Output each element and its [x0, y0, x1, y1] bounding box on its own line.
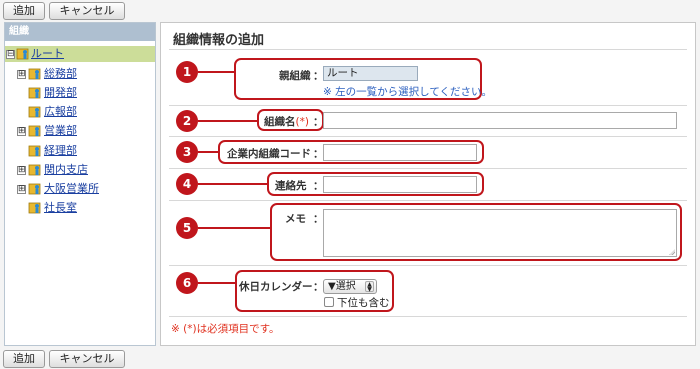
org-code-input[interactable] — [323, 144, 477, 161]
cancel-button-bottom[interactable]: キャンセル — [49, 350, 125, 368]
contact-input[interactable] — [323, 176, 477, 193]
parent-org-label: 親組織 — [279, 70, 311, 82]
colon: ： — [313, 213, 324, 225]
org-chart-icon — [28, 68, 41, 80]
tree-item-development[interactable]: 開発部 — [5, 85, 155, 101]
callout-connector — [198, 227, 271, 229]
row-divider — [169, 316, 687, 317]
contact-label: 連絡先 — [275, 180, 307, 192]
org-name-label: 組織名(*) — [264, 116, 309, 128]
tree-item-label: 開発部 — [44, 86, 77, 99]
expand-icon[interactable]: ⊞ — [17, 166, 26, 175]
expand-icon[interactable]: ⊞ — [17, 127, 26, 136]
tree-item-label: 営業部 — [44, 124, 77, 137]
org-tree-header: 組織 — [5, 23, 155, 41]
tree-item-accounting[interactable]: 経理部 — [5, 143, 155, 159]
tree-item-sales[interactable]: ⊞ 営業部 — [5, 123, 155, 139]
callout-number-6: 6 — [176, 272, 198, 294]
cancel-button-top[interactable]: キャンセル — [49, 2, 125, 20]
tree-item-label: 大阪営業所 — [44, 182, 99, 195]
org-chart-icon — [28, 202, 41, 214]
tree-item-label: 関内支店 — [44, 163, 88, 176]
title-divider — [169, 49, 687, 50]
callout-number-5: 5 — [176, 217, 198, 239]
org-chart-icon — [28, 145, 41, 157]
page-title: 組織情報の追加 — [173, 33, 265, 48]
updown-arrows-icon: ▲ ▼ — [365, 281, 374, 293]
callout-number-2: 2 — [176, 110, 198, 132]
org-chart-icon — [28, 87, 41, 99]
required-mark: (*) — [295, 116, 309, 128]
expand-icon[interactable]: ⊞ — [17, 185, 26, 194]
row-divider — [169, 136, 687, 137]
tree-item-osaka-office[interactable]: ⊞ 大阪営業所 — [5, 181, 155, 197]
callout-connector — [198, 120, 258, 122]
org-chart-icon — [28, 106, 41, 118]
callout-connector — [198, 151, 219, 153]
tree-item-president-office[interactable]: 社長室 — [5, 200, 155, 216]
bottom-toolbar: 追加 キャンセル — [0, 348, 700, 369]
callout-connector — [198, 71, 235, 73]
include-subordinates-label: 下位も含む — [337, 297, 390, 309]
tree-item-label: 広報部 — [44, 105, 77, 118]
add-button-top[interactable]: 追加 — [3, 2, 45, 20]
row-divider — [169, 200, 687, 201]
include-subordinates-checkbox[interactable] — [324, 297, 334, 307]
org-chart-icon — [28, 183, 41, 195]
colon: ： — [313, 180, 324, 192]
tree-item-pr[interactable]: 広報部 — [5, 104, 155, 120]
tree-item-label: 総務部 — [44, 67, 77, 80]
holiday-calendar-select-value: ▼選択 — [328, 281, 356, 292]
required-fields-note: ※ (*)は必須項目です。 — [171, 323, 280, 335]
row-divider — [169, 265, 687, 266]
callout-connector — [198, 183, 268, 185]
memo-label: メモ — [285, 213, 306, 225]
callout-number-4: 4 — [176, 173, 198, 195]
org-form-panel: 組織情報の追加 1 親組織 ： ルート ※ 左の一覧から選択してください。 2 … — [160, 22, 696, 346]
holiday-calendar-select[interactable]: ▼選択 ▲ ▼ — [323, 279, 377, 294]
org-chart-icon — [16, 48, 29, 60]
colon: ： — [313, 70, 324, 82]
org-name-input[interactable] — [323, 112, 677, 129]
callout-number-1: 1 — [176, 61, 198, 83]
add-button-bottom[interactable]: 追加 — [3, 350, 45, 368]
tree-item-root[interactable]: ⊟ ルート — [5, 46, 155, 62]
holiday-calendar-label: 休日カレンダー — [239, 281, 313, 293]
tree-item-general-affairs[interactable]: ⊞ 総務部 — [5, 66, 155, 82]
parent-org-note: ※ 左の一覧から選択してください。 — [323, 86, 493, 98]
top-toolbar: 追加 キャンセル — [0, 0, 700, 21]
collapse-icon[interactable]: ⊟ — [6, 50, 15, 59]
row-divider — [169, 168, 687, 169]
org-code-label: 企業内組織コード — [227, 148, 311, 160]
row-divider — [169, 105, 687, 106]
callout-number-3: 3 — [176, 141, 198, 163]
org-tree-panel: 組織 ⊟ ルート ⊞ 総務部 開発部 広報部 ⊞ 営業部 経理部 ⊞ 関内支店 … — [4, 22, 156, 346]
tree-item-label: 社長室 — [44, 201, 77, 214]
tree-item-kannai-branch[interactable]: ⊞ 関内支店 — [5, 162, 155, 178]
resize-grip-icon[interactable] — [669, 249, 675, 255]
colon: ： — [313, 116, 324, 128]
colon: ： — [313, 148, 324, 160]
org-chart-icon — [28, 125, 41, 137]
colon: ： — [313, 281, 324, 293]
expand-icon[interactable]: ⊞ — [17, 70, 26, 79]
memo-textarea[interactable] — [323, 209, 677, 257]
org-chart-icon — [28, 164, 41, 176]
parent-org-field: ルート — [323, 66, 418, 81]
callout-connector — [198, 282, 236, 284]
tree-item-label: 経理部 — [44, 144, 77, 157]
tree-item-label: ルート — [31, 47, 64, 60]
